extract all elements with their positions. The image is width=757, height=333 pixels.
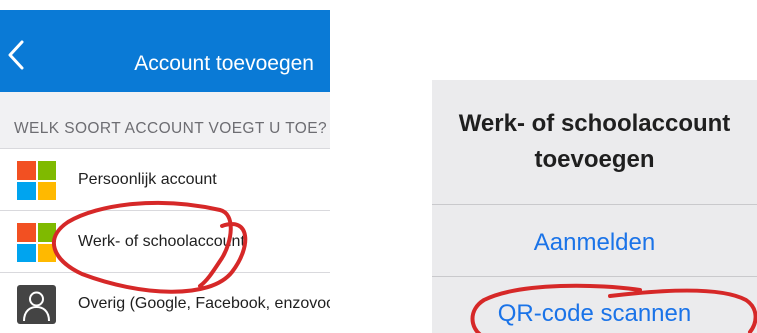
scan-qr-code-button[interactable]: QR-code scannen xyxy=(432,300,757,328)
chevron-left-icon xyxy=(8,40,24,70)
person-icon xyxy=(17,285,56,324)
microsoft-logo-icon xyxy=(17,161,56,200)
back-button[interactable] xyxy=(4,38,30,72)
list-item-label: Werk- of schoolaccount xyxy=(78,233,245,250)
action-sheet-title-line: Werk- of schoolaccount xyxy=(458,110,731,137)
divider xyxy=(432,276,757,277)
list-item-other-account[interactable]: Overig (Google, Facebook, enzovoort) xyxy=(0,272,330,333)
divider xyxy=(432,204,757,205)
list-item-label: Overig (Google, Facebook, enzovoort) xyxy=(78,295,330,312)
page-title: Account toevoegen xyxy=(134,52,314,75)
action-sheet-title-line: toevoegen xyxy=(534,146,655,173)
account-type-list: Persoonlijk account Werk- of schoolaccou… xyxy=(0,148,330,333)
action-sheet-title: Werk- of schoolaccount toevoegen xyxy=(432,106,757,178)
list-item-personal-account[interactable]: Persoonlijk account xyxy=(0,148,330,210)
add-account-screen: Account toevoegen WELK SOORT ACCOUNT VOE… xyxy=(0,0,330,333)
list-item-work-school-account[interactable]: Werk- of schoolaccount xyxy=(0,210,330,272)
microsoft-logo-icon xyxy=(17,223,56,262)
action-sheet: Werk- of schoolaccount toevoegen Aanmeld… xyxy=(432,80,757,333)
section-header: WELK SOORT ACCOUNT VOEGT U TOE? xyxy=(14,120,328,137)
list-item-label: Persoonlijk account xyxy=(78,171,217,188)
navigation-bar: Account toevoegen xyxy=(0,10,330,92)
sign-in-button[interactable]: Aanmelden xyxy=(432,229,757,257)
